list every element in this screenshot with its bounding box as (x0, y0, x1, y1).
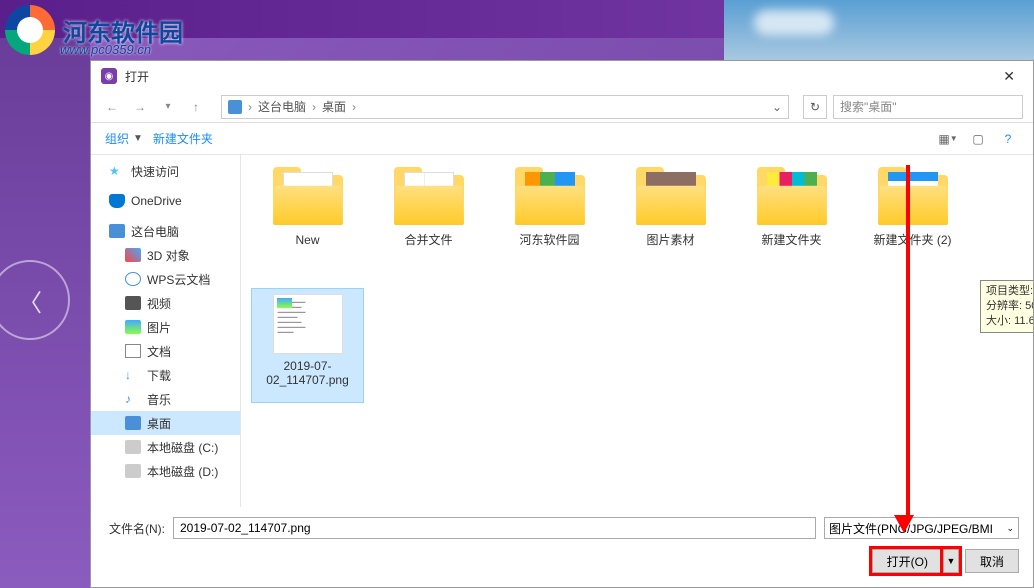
download-icon: ↓ (125, 368, 141, 382)
sidebar-downloads[interactable]: ↓下载 (91, 363, 240, 387)
chevron-left-icon: 〈 (18, 283, 42, 318)
music-icon: ♪ (125, 392, 141, 406)
desktop-icon (125, 416, 141, 430)
breadcrumb-root[interactable]: 这台电脑 (258, 98, 306, 115)
nav-recent-dropdown[interactable]: ▾ (157, 96, 179, 118)
refresh-button[interactable]: ↻ (803, 95, 827, 119)
disk-icon (125, 464, 141, 478)
search-input[interactable]: 搜索"桌面" (833, 95, 1023, 119)
folder-icon (757, 170, 827, 225)
nav-forward-button[interactable]: → (129, 96, 151, 118)
dialog-toolbar: 组织 ▼ 新建文件夹 ▦ ▼ ▢ ? (91, 123, 1033, 155)
dialog-titlebar: ◉ 打开 ✕ (91, 61, 1033, 91)
new-folder-button[interactable]: 新建文件夹 (153, 130, 213, 147)
folder-icon (878, 170, 948, 225)
chevron-right-icon: › (312, 100, 316, 114)
filetype-dropdown[interactable]: 图片文件(PNG/JPG/JPEG/BMI ⌄ (824, 517, 1019, 539)
chevron-right-icon: › (248, 100, 252, 114)
breadcrumb-current[interactable]: 桌面 (322, 98, 346, 115)
folder-icon (515, 170, 585, 225)
preview-pane-button[interactable]: ▢ (967, 128, 989, 150)
dialog-title-text: 打开 (125, 68, 149, 85)
dialog-footer: 文件名(N): 图片文件(PNG/JPG/JPEG/BMI ⌄ 打开(O) ▼ … (91, 507, 1033, 587)
chevron-right-icon: › (352, 100, 356, 114)
folder-icon (636, 170, 706, 225)
sidebar-music[interactable]: ♪音乐 (91, 387, 240, 411)
open-dropdown-button[interactable]: ▼ (943, 549, 959, 573)
cloud-icon (109, 194, 125, 208)
sidebar-3d-objects[interactable]: 3D 对象 (91, 243, 240, 267)
dialog-close-button[interactable]: ✕ (995, 68, 1023, 85)
image-icon (125, 320, 141, 334)
sidebar-videos[interactable]: 视频 (91, 291, 240, 315)
folder-item[interactable]: 图片素材 (614, 165, 727, 280)
chevron-down-icon: ▼ (133, 133, 143, 144)
watermark-logo: 河东软件园 www.pc0359.cn (0, 0, 200, 60)
folder-tree: ★快速访问 OneDrive 这台电脑 3D 对象 WPS云文档 视频 图片 文… (91, 155, 241, 507)
nav-back-button[interactable]: ← (101, 96, 123, 118)
folder-icon (273, 170, 343, 225)
chevron-down-icon: ⌄ (1006, 523, 1014, 534)
sidebar-desktop[interactable]: 桌面 (91, 411, 240, 435)
sidebar-onedrive[interactable]: OneDrive (91, 189, 240, 213)
sidebar-documents[interactable]: 文档 (91, 339, 240, 363)
sidebar-quick-access[interactable]: ★快速访问 (91, 159, 240, 183)
background-image (724, 0, 1034, 60)
document-icon (125, 344, 141, 358)
folder-item[interactable]: New (251, 165, 364, 280)
open-file-dialog: ◉ 打开 ✕ ← → ▾ ↑ › 这台电脑 › 桌面 › ⌄ ↻ 搜索"桌面" … (90, 60, 1034, 588)
logo-icon (5, 5, 55, 55)
filename-label: 文件名(N): (105, 520, 165, 537)
image-file-item[interactable]: ▬▬▬▬▬▬▬▬▬▬▬▬▬▬▬▬▬▬▬▬▬▬▬▬▬▬▬▬▬▬▬▬▬▬▬▬▬▬▬▬… (251, 288, 364, 403)
breadcrumb[interactable]: › 这台电脑 › 桌面 › ⌄ (221, 95, 789, 119)
organize-menu[interactable]: 组织 (105, 130, 129, 147)
folder-item[interactable]: 河东软件园 (493, 165, 606, 280)
sidebar-wps[interactable]: WPS云文档 (91, 267, 240, 291)
pc-icon (228, 100, 242, 114)
sidebar-disk-d[interactable]: 本地磁盘 (D:) (91, 459, 240, 483)
folder-item[interactable]: 合并文件 (372, 165, 485, 280)
disk-icon (125, 440, 141, 454)
sidebar-disk-c[interactable]: 本地磁盘 (C:) (91, 435, 240, 459)
file-tooltip: 项目类型: PNG 文 分辨率: 501 x 44 大小: 11.6 KB (980, 280, 1033, 333)
open-button[interactable]: 打开(O) (872, 549, 943, 573)
sidebar-images[interactable]: 图片 (91, 315, 240, 339)
sidebar-thispc[interactable]: 这台电脑 (91, 219, 240, 243)
filename-input[interactable] (173, 517, 816, 539)
pc-icon (109, 224, 125, 238)
help-button[interactable]: ? (997, 128, 1019, 150)
dialog-navbar: ← → ▾ ↑ › 这台电脑 › 桌面 › ⌄ ↻ 搜索"桌面" (91, 91, 1033, 123)
wps-icon (125, 272, 141, 286)
folder-icon (394, 170, 464, 225)
cancel-button[interactable]: 取消 (965, 549, 1019, 573)
file-list[interactable]: New 合并文件 河东软件园 图片素材 新建文件夹 新建文件夹 (2) (241, 155, 1033, 507)
folder-item[interactable]: 新建文件夹 (2) (856, 165, 969, 280)
star-icon: ★ (109, 164, 125, 178)
nav-up-button[interactable]: ↑ (185, 96, 207, 118)
view-options-button[interactable]: ▦ ▼ (937, 128, 959, 150)
breadcrumb-dropdown[interactable]: ⌄ (772, 100, 782, 114)
cube-icon (125, 248, 141, 262)
app-icon: ◉ (101, 68, 117, 84)
image-thumbnail: ▬▬▬▬▬▬▬▬▬▬▬▬▬▬▬▬▬▬▬▬▬▬▬▬▬▬▬▬▬▬▬▬▬▬▬▬▬▬▬▬… (273, 294, 343, 354)
folder-item[interactable]: 新建文件夹 (735, 165, 848, 280)
video-icon (125, 296, 141, 310)
